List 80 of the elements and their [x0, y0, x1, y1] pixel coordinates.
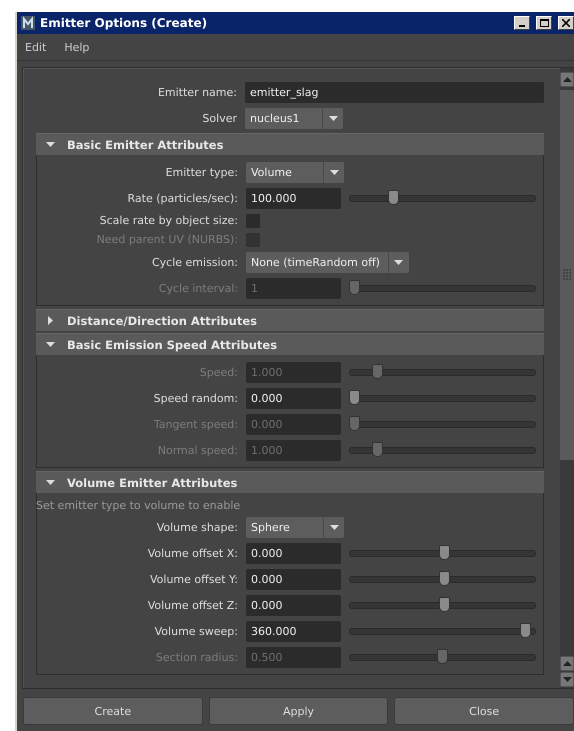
field-label: Section radius:: [154, 650, 238, 664]
field-label: Emitter type:: [164, 166, 238, 178]
field-label: Cycle interval:: [158, 282, 238, 294]
number-field[interactable]: 0.000: [246, 542, 341, 564]
section-header[interactable]: Distance/Direction Attributes: [36, 309, 544, 331]
field-label: Volume sweep:: [154, 624, 238, 638]
slider-thumb[interactable]: [388, 190, 399, 205]
down-icon: [562, 675, 572, 684]
dropdown[interactable]: Sphere: [246, 516, 344, 538]
slider[interactable]: [349, 442, 536, 458]
slider-thumb[interactable]: [438, 545, 450, 560]
slider-thumb[interactable]: [349, 390, 360, 405]
slider[interactable]: [349, 390, 536, 406]
maximize-button[interactable]: [536, 16, 552, 30]
slider[interactable]: [349, 416, 536, 432]
minimize-button[interactable]: [514, 16, 530, 30]
dialog-button[interactable]: Apply: [208, 697, 388, 725]
checkbox[interactable]: [246, 214, 260, 228]
dropdown[interactable]: Volume: [246, 162, 344, 182]
slider[interactable]: [349, 280, 536, 296]
up-icon: [562, 75, 572, 84]
dialog-button[interactable]: Create: [23, 697, 203, 725]
scroll-up-button[interactable]: [560, 656, 574, 671]
caret-icon: [330, 168, 338, 176]
scroll-up-button[interactable]: [560, 72, 574, 87]
name-field[interactable]: emitter_slag: [245, 82, 544, 103]
slider[interactable]: [349, 571, 536, 587]
number-field[interactable]: 0.000: [246, 388, 341, 408]
section-header[interactable]: Basic Emission Speed Attributes: [36, 333, 544, 355]
menu-item[interactable]: Help: [64, 40, 90, 54]
scrollbar[interactable]: [560, 68, 574, 688]
scroll-thumb[interactable]: [560, 90, 574, 460]
slider[interactable]: [349, 623, 536, 639]
slider-thumb[interactable]: [520, 623, 531, 638]
field-label: Rate (particles/sec):: [126, 192, 238, 204]
dialog-button[interactable]: Close: [394, 697, 574, 725]
section-header[interactable]: Volume Emitter Attributes: [36, 471, 544, 493]
field-label: Speed random:: [152, 392, 238, 404]
field-label: Volume offset Y:: [149, 572, 238, 586]
slider-thumb[interactable]: [438, 597, 450, 612]
slider[interactable]: [349, 597, 536, 613]
slider[interactable]: [349, 545, 536, 561]
field-label: Cycle emission:: [150, 256, 238, 268]
field-label: Volume offset Z:: [146, 598, 238, 612]
collapsed-icon: [46, 316, 55, 325]
up-icon: [562, 659, 572, 668]
expanded-icon: [46, 340, 55, 349]
close-icon: [562, 19, 570, 27]
slider[interactable]: [349, 649, 536, 665]
number-field[interactable]: 0.000: [246, 568, 341, 590]
field-label: Volume offset X:: [146, 546, 238, 560]
dropdown[interactable]: nucleus1: [245, 108, 343, 128]
maximize-icon: [540, 19, 548, 27]
app-icon: [20, 15, 36, 31]
window-title: Emitter Options (Create): [40, 16, 208, 30]
section-header[interactable]: Basic Emitter Attributes: [36, 133, 544, 155]
field-label: Solver: [201, 112, 237, 124]
menu-item[interactable]: Edit: [25, 40, 46, 54]
field-label: Tangent speed:: [152, 418, 238, 430]
field-label: Volume shape:: [156, 520, 238, 534]
slider[interactable]: [349, 190, 536, 206]
field-label: Emitter name:: [156, 86, 237, 99]
expanded-icon: [46, 140, 55, 149]
hint-text: Set emitter type to volume to enable: [36, 499, 242, 512]
dropdown[interactable]: None (timeRandom off): [246, 252, 409, 272]
caret-icon: [394, 258, 404, 266]
field-label: Normal speed:: [156, 444, 238, 456]
caret-icon: [328, 114, 338, 122]
number-field[interactable]: 360.000: [246, 620, 341, 642]
scroll-down-button[interactable]: [560, 672, 574, 687]
caret-icon: [330, 522, 338, 532]
expanded-icon: [46, 478, 55, 487]
number-field[interactable]: 100.000: [246, 188, 341, 208]
field-label: Need parent UV (NURBS):: [96, 233, 238, 246]
number-field[interactable]: 0.000: [246, 594, 341, 616]
field-label: Speed:: [198, 366, 238, 378]
field-label: Scale rate by object size:: [98, 214, 238, 227]
slider[interactable]: [349, 364, 536, 380]
slider-thumb[interactable]: [438, 571, 450, 586]
close-button[interactable]: [558, 16, 574, 30]
